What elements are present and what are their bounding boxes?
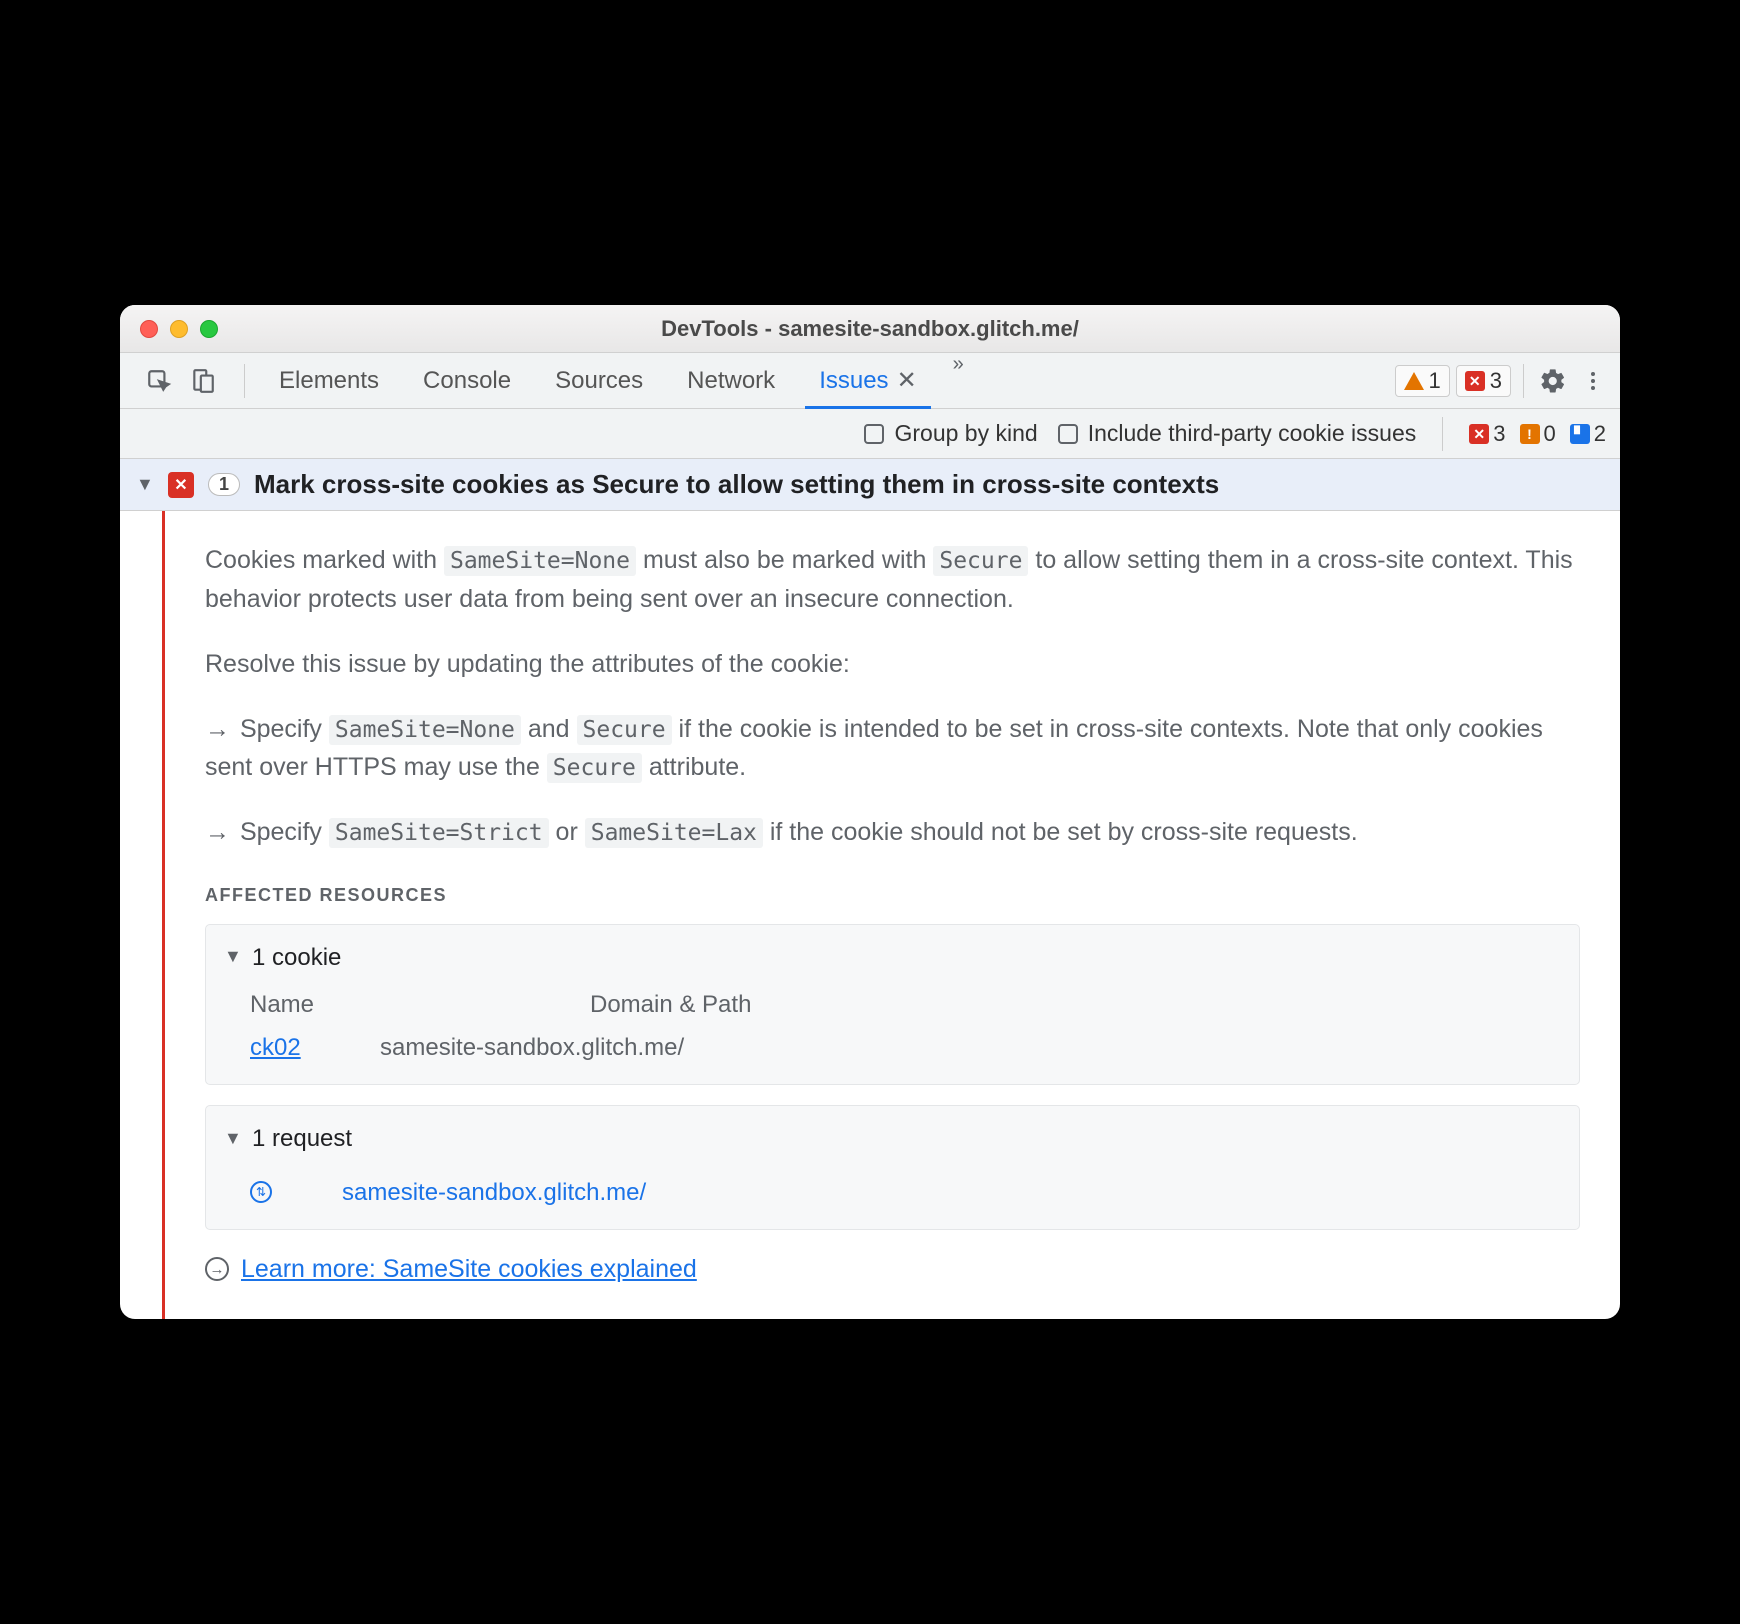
request-url-link[interactable]: samesite-sandbox.glitch.me/	[342, 1174, 646, 1211]
learn-more-text: Learn more: SameSite cookies explained	[241, 1250, 697, 1289]
include-third-party-label: Include third-party cookie issues	[1088, 420, 1417, 447]
issue-bullet: → Specify SameSite=Strict or SameSite=La…	[205, 813, 1580, 852]
expand-caret-icon: ▼	[224, 1125, 242, 1153]
warning-icon	[1404, 372, 1424, 390]
info-icon: ▘	[1570, 424, 1590, 444]
more-options-icon[interactable]	[1576, 364, 1610, 398]
issue-paragraph: Resolve this issue by updating the attri…	[205, 645, 1580, 684]
toolbar-divider	[1442, 417, 1443, 451]
col-name: Name	[250, 986, 470, 1023]
devtools-window: DevTools - samesite-sandbox.glitch.me/ E…	[120, 305, 1620, 1318]
error-icon: ✕	[168, 472, 194, 498]
include-third-party-checkbox[interactable]: Include third-party cookie issues	[1058, 420, 1417, 447]
requests-list: ⇅ samesite-sandbox.glitch.me/	[224, 1168, 1561, 1211]
expand-caret-icon: ▼	[224, 943, 242, 971]
warning-count-badge[interactable]: !0	[1520, 421, 1556, 447]
issue-count-badge: 1	[208, 473, 240, 496]
issue-body: Cookies marked with SameSite=None must a…	[120, 511, 1620, 1318]
issue-row-header[interactable]: ▼ ✕ 1 Mark cross-site cookies as Secure …	[120, 459, 1620, 511]
error-count-badge[interactable]: ✕3	[1469, 421, 1505, 447]
panel-tabs: Elements Console Sources Network Issues …	[257, 353, 978, 408]
issue-title: Mark cross-site cookies as Secure to all…	[254, 469, 1219, 500]
issue-counts: ✕3 !0 ▘2	[1469, 421, 1606, 447]
cookies-count-label: 1 cookie	[252, 939, 341, 976]
code-snippet: SameSite=Lax	[585, 818, 763, 848]
affected-cookies-box: ▼ 1 cookie Name Domain & Path ck02 sames…	[205, 924, 1580, 1086]
code-snippet: Secure	[577, 715, 672, 745]
error-icon: ✕	[1469, 424, 1489, 444]
tab-sources[interactable]: Sources	[533, 353, 665, 408]
affected-requests-box: ▼ 1 request ⇅ samesite-sandbox.glitch.me…	[205, 1105, 1580, 1229]
code-snippet: Secure	[933, 546, 1028, 576]
error-icon: ✕	[1465, 371, 1485, 391]
warnings-count: 1	[1429, 368, 1441, 394]
errors-badge[interactable]: ✕ 3	[1456, 365, 1511, 397]
tab-issues-label: Issues	[819, 367, 888, 395]
cookie-domain-path: samesite-sandbox.glitch.me/	[380, 1029, 684, 1066]
warnings-badge[interactable]: 1	[1395, 365, 1450, 397]
tab-elements[interactable]: Elements	[257, 353, 401, 408]
cookie-name-link[interactable]: ck02	[250, 1029, 320, 1066]
external-link-icon: →	[205, 1257, 229, 1281]
more-tabs-icon[interactable]: »	[939, 353, 978, 408]
errors-count: 3	[1490, 368, 1502, 394]
requests-section-toggle[interactable]: ▼ 1 request	[224, 1120, 1561, 1157]
table-header-row: Name Domain & Path	[250, 986, 1561, 1023]
devtools-toolbar: Elements Console Sources Network Issues …	[120, 353, 1620, 409]
code-snippet: SameSite=None	[444, 546, 636, 576]
info-count-badge[interactable]: ▘2	[1570, 421, 1606, 447]
affected-resources-title: AFFECTED RESOURCES	[205, 882, 1580, 910]
settings-icon[interactable]	[1536, 364, 1570, 398]
cookies-table: Name Domain & Path ck02 samesite-sandbox…	[224, 986, 1561, 1066]
issue-content: Cookies marked with SameSite=None must a…	[165, 511, 1620, 1318]
table-row: ck02 samesite-sandbox.glitch.me/	[250, 1023, 1561, 1066]
toolbar-divider	[244, 364, 245, 398]
tab-network[interactable]: Network	[665, 353, 797, 408]
learn-more-link[interactable]: → Learn more: SameSite cookies explained	[205, 1250, 1580, 1289]
cookies-section-toggle[interactable]: ▼ 1 cookie	[224, 939, 1561, 976]
close-tab-icon[interactable]: ✕	[897, 366, 917, 395]
col-domain: Domain & Path	[590, 986, 751, 1023]
code-snippet: Secure	[547, 753, 642, 783]
code-snippet: SameSite=Strict	[329, 818, 549, 848]
checkbox-icon	[864, 424, 884, 444]
list-item: ⇅ samesite-sandbox.glitch.me/	[250, 1168, 1561, 1211]
arrow-icon: →	[205, 710, 233, 749]
tab-console[interactable]: Console	[401, 353, 533, 408]
inspect-element-icon[interactable]	[144, 366, 174, 396]
tab-issues[interactable]: Issues ✕	[797, 353, 938, 408]
arrow-icon: →	[205, 813, 233, 852]
issue-paragraph: Cookies marked with SameSite=None must a…	[205, 541, 1580, 619]
checkbox-icon	[1058, 424, 1078, 444]
issues-filter-bar: Group by kind Include third-party cookie…	[120, 409, 1620, 459]
toolbar-divider	[1523, 364, 1524, 398]
code-snippet: SameSite=None	[329, 715, 521, 745]
group-by-kind-label: Group by kind	[894, 420, 1037, 447]
group-by-kind-checkbox[interactable]: Group by kind	[864, 420, 1037, 447]
expand-caret-icon: ▼	[136, 474, 154, 495]
network-request-icon: ⇅	[250, 1181, 272, 1203]
warning-icon: !	[1520, 424, 1540, 444]
issue-bullet: → Specify SameSite=None and Secure if th…	[205, 710, 1580, 788]
device-toolbar-icon[interactable]	[188, 366, 218, 396]
requests-count-label: 1 request	[252, 1120, 352, 1157]
titlebar: DevTools - samesite-sandbox.glitch.me/	[120, 305, 1620, 353]
window-title: DevTools - samesite-sandbox.glitch.me/	[120, 316, 1620, 342]
